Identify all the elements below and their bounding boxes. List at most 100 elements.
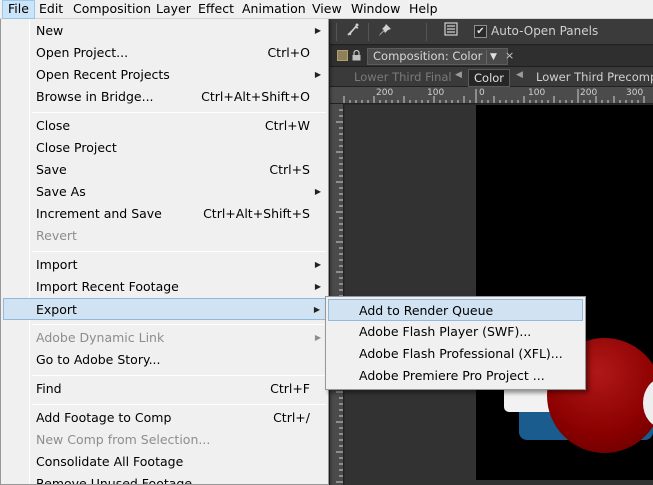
menu-edit[interactable]: Edit [39, 0, 63, 19]
menu-layer[interactable]: Layer [156, 0, 191, 19]
close-icon[interactable]: × [505, 49, 514, 62]
menu-view[interactable]: View [312, 0, 342, 19]
menu-item-import[interactable]: Import ▶ [3, 254, 327, 276]
menu-item-open-project[interactable]: Open Project... Ctrl+O [3, 42, 327, 64]
menu-item-add-footage-to-comp[interactable]: Add Footage to Comp Ctrl+/ [3, 407, 327, 429]
menu-item-shortcut: Ctrl+/ [273, 410, 310, 425]
menu-item-shortcut: Ctrl+F [270, 381, 310, 396]
auto-open-panels-checkbox[interactable]: ✔ [474, 25, 487, 38]
submenu-item-add-to-render-queue[interactable]: Add to Render Queue [328, 299, 583, 321]
menu-animation[interactable]: Animation [242, 0, 306, 19]
chevron-right-icon: ▶ [314, 260, 321, 269]
menu-separator [32, 251, 326, 252]
vertical-ruler[interactable] [330, 104, 344, 485]
menu-item-consolidate-all-footage[interactable]: Consolidate All Footage [3, 451, 327, 473]
menu-item-label: Consolidate All Footage [36, 454, 184, 469]
chevron-right-icon: ▶ [313, 305, 320, 314]
menu-item-shortcut: Ctrl+Alt+Shift+O [201, 89, 310, 104]
menu-effect[interactable]: Effect [198, 0, 234, 19]
menu-separator [32, 324, 326, 325]
ruler-label: 100 [427, 88, 445, 98]
menu-item-label: New Comp from Selection... [36, 432, 211, 447]
menu-item-label: Adobe Premiere Pro Project ... [359, 368, 545, 383]
menu-item-label: Go to Adobe Story... [36, 352, 161, 367]
pin-tool-icon[interactable] [374, 22, 396, 42]
ruler-label: 300 [626, 88, 644, 98]
menu-item-shortcut: Ctrl+S [269, 162, 310, 177]
export-submenu: Add to Render Queue Adobe Flash Player (… [325, 296, 586, 390]
menu-item-label: Export [36, 302, 77, 317]
menu-item-label: Open Recent Projects [36, 67, 170, 82]
menu-item-browse-in-bridge[interactable]: Browse in Bridge... Ctrl+Alt+Shift+O [3, 86, 327, 108]
menu-item-shortcut: Ctrl+O [267, 45, 310, 60]
menu-help[interactable]: Help [409, 0, 438, 19]
menu-item-label: Adobe Dynamic Link [36, 330, 165, 345]
menu-item-save[interactable]: Save Ctrl+S [3, 159, 327, 181]
menu-separator [32, 404, 326, 405]
breadcrumb-color[interactable]: Color [468, 69, 511, 87]
file-menu-dropdown: New ▶ Open Project... Ctrl+O Open Recent… [0, 19, 329, 485]
menu-item-label: Save As [36, 184, 86, 199]
menu-item-increment-and-save[interactable]: Increment and Save Ctrl+Alt+Shift+S [3, 203, 327, 225]
menu-file[interactable]: File [2, 0, 35, 19]
chevron-left-icon: ◀ [516, 70, 523, 80]
menu-item-label: New [36, 23, 64, 38]
menu-separator [32, 112, 326, 113]
ruler-ticks [336, 109, 343, 483]
horizontal-ruler[interactable]: 200 100 0 100 200 300 [330, 87, 653, 104]
menu-item-shortcut: Ctrl+W [264, 118, 310, 133]
menu-item-go-to-adobe-story[interactable]: Go to Adobe Story... [3, 349, 327, 371]
menu-item-label: Increment and Save [36, 206, 162, 221]
menu-item-label: Import Recent Footage [36, 279, 179, 294]
submenu-item-premiere-pro-project[interactable]: Adobe Premiere Pro Project ... [328, 365, 583, 387]
menu-item-close[interactable]: Close Ctrl+W [3, 115, 327, 137]
menu-item-label: Save [36, 162, 67, 177]
panel-menu-icon[interactable] [440, 22, 462, 42]
menu-item-label: Add Footage to Comp [36, 410, 172, 425]
comp-tab-icon [337, 50, 348, 61]
menu-item-import-recent-footage[interactable]: Import Recent Footage ▶ [3, 276, 327, 298]
menu-item-label: Remove Unused Footage [36, 476, 193, 485]
chevron-right-icon: ▶ [314, 187, 321, 196]
menu-separator [32, 375, 326, 376]
menu-item-close-project[interactable]: Close Project [3, 137, 327, 159]
menu-item-save-as[interactable]: Save As ▶ [3, 181, 327, 203]
menu-item-revert: Revert [3, 225, 327, 247]
menu-item-new-comp-from-selection: New Comp from Selection... [3, 429, 327, 451]
menu-item-label: Revert [36, 228, 77, 243]
menu-item-label: Find [36, 381, 62, 396]
chevron-down-icon[interactable]: ▼ [486, 50, 500, 64]
menu-bar: File Edit Composition Layer Effect Anima… [0, 0, 653, 19]
menu-item-remove-unused-footage[interactable]: Remove Unused Footage [3, 473, 327, 485]
menu-item-export[interactable]: Export ▶ [3, 298, 327, 320]
menu-item-find[interactable]: Find Ctrl+F [3, 378, 327, 400]
puppet-tool-icon[interactable] [342, 22, 364, 42]
toolbar-separator [426, 23, 427, 41]
breadcrumb-lower-third-final[interactable]: Lower Third Final [354, 69, 452, 85]
toolbar-separator [368, 23, 369, 41]
submenu-item-flash-professional-xfl[interactable]: Adobe Flash Professional (XFL)... [328, 343, 583, 365]
chevron-right-icon: ▶ [314, 282, 321, 291]
breadcrumb-lower-third-precomp[interactable]: Lower Third Precomp [536, 69, 653, 85]
menu-item-adobe-dynamic-link: Adobe Dynamic Link ▶ [3, 327, 327, 349]
menu-item-shortcut: Ctrl+Alt+Shift+S [203, 206, 310, 221]
ruler-label: 100 [528, 88, 546, 98]
submenu-item-flash-player-swf[interactable]: Adobe Flash Player (SWF)... [328, 321, 583, 343]
lock-icon[interactable] [351, 49, 362, 61]
ruler-label: 200 [376, 88, 394, 98]
ruler-label: 200 [580, 88, 598, 98]
menu-item-label: Add to Render Queue [359, 303, 494, 318]
menu-item-label: Adobe Flash Professional (XFL)... [359, 346, 563, 361]
menu-item-label: Browse in Bridge... [36, 89, 154, 104]
menu-item-label: Adobe Flash Player (SWF)... [359, 324, 532, 339]
chevron-right-icon: ▶ [314, 333, 321, 342]
menu-item-label: Close [36, 118, 71, 133]
ruler-label: 0 [479, 88, 485, 98]
menu-window[interactable]: Window [351, 0, 400, 19]
chevron-right-icon: ▶ [314, 70, 321, 79]
menu-item-label: Close Project [36, 140, 117, 155]
toolbar-separator [336, 23, 337, 41]
menu-item-new[interactable]: New ▶ [3, 20, 327, 42]
menu-item-open-recent-projects[interactable]: Open Recent Projects ▶ [3, 64, 327, 86]
menu-composition[interactable]: Composition [73, 0, 151, 19]
